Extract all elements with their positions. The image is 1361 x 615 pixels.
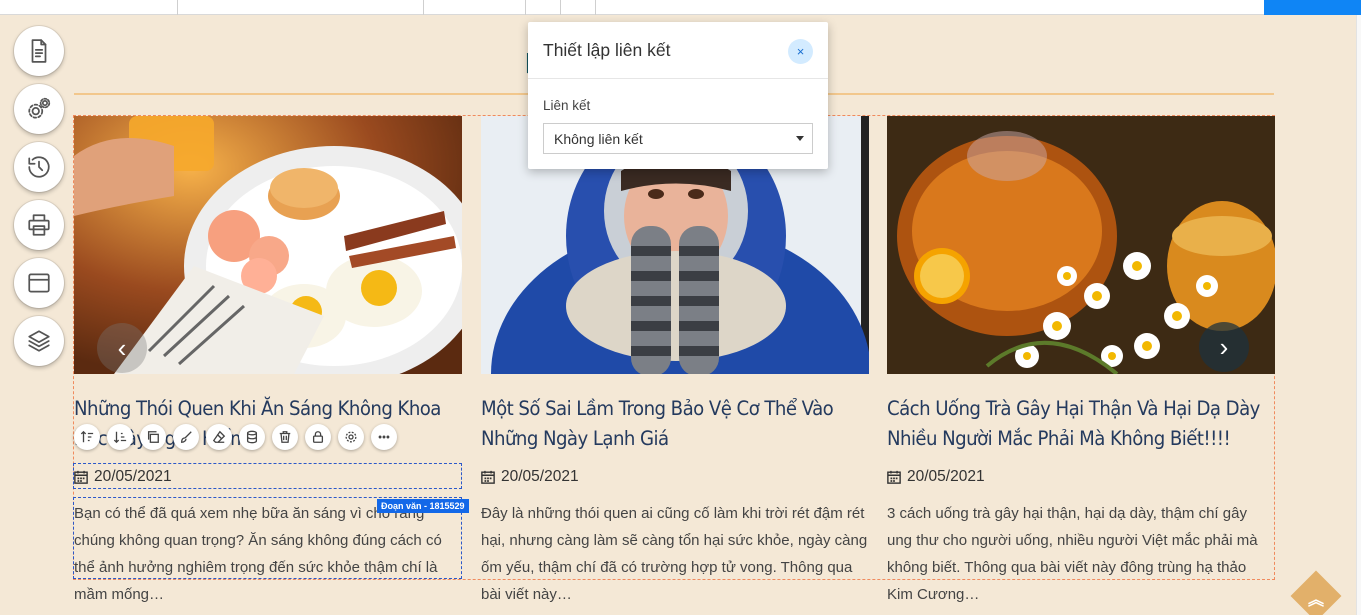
post-title[interactable]: Một Số Sai Lầm Trong Bảo Vệ Cơ Thể Vào N…: [481, 394, 872, 454]
popup-title: Thiết lập liên kết: [528, 22, 828, 79]
layers-icon: [28, 330, 50, 352]
link-field-label: Liên kết: [543, 98, 591, 113]
copy-icon: [147, 431, 159, 443]
trash-icon: [279, 431, 291, 443]
post-date-text: 20/05/2021: [907, 468, 985, 485]
sort-up-icon: [80, 430, 94, 443]
settings-tool-button[interactable]: [14, 84, 64, 134]
eraser-icon: [212, 430, 226, 443]
data-button[interactable]: [239, 424, 265, 450]
database-icon: [246, 430, 258, 444]
brush-icon: [180, 431, 192, 443]
toolbar-divider: [423, 0, 424, 15]
gears-icon: [28, 97, 51, 119]
element-settings-button[interactable]: [338, 424, 364, 450]
toolbar-divider: [177, 0, 178, 15]
post-date: 20/05/2021: [887, 464, 1275, 490]
history-tool-button[interactable]: [14, 142, 64, 192]
duplicate-button[interactable]: [140, 424, 166, 450]
calendar-icon: [481, 470, 495, 484]
post-date: 20/05/2021: [481, 464, 869, 490]
more-icon: [378, 435, 390, 439]
scrollbar[interactable]: [1356, 15, 1361, 615]
toolbar-divider: [595, 0, 596, 15]
move-down-button[interactable]: [107, 424, 133, 450]
page-tool-button[interactable]: [14, 26, 64, 76]
element-edit-toolbar: [74, 424, 397, 450]
clear-format-button[interactable]: [206, 424, 232, 450]
double-chevron-up-icon: ︽: [1307, 592, 1324, 609]
post-date-text: 20/05/2021: [501, 468, 579, 485]
sort-down-icon: [113, 431, 127, 444]
chevron-right-icon: ›: [1219, 331, 1229, 362]
calendar-icon: [887, 470, 901, 484]
close-button[interactable]: ×: [788, 39, 813, 64]
layout-tool-button[interactable]: [14, 258, 64, 308]
toolbar-divider: [525, 0, 526, 15]
printer-icon: [28, 214, 50, 236]
move-up-button[interactable]: [74, 424, 100, 450]
lock-button[interactable]: [305, 424, 331, 450]
delete-button[interactable]: [272, 424, 298, 450]
toolbar-divider: [560, 0, 561, 15]
link-select-value: Không liên kết: [554, 130, 643, 147]
slider-next-button[interactable]: ›: [1199, 322, 1249, 372]
print-tool-button[interactable]: [14, 200, 64, 250]
layers-tool-button[interactable]: [14, 316, 64, 366]
slider-prev-button[interactable]: ‹: [97, 323, 147, 373]
post-excerpt[interactable]: 3 cách uống trà gây hại thận, hại dạ dày…: [887, 500, 1275, 608]
close-icon: ×: [796, 44, 805, 59]
editor-side-tools: [14, 26, 64, 374]
document-icon: [31, 39, 47, 63]
style-button[interactable]: [173, 424, 199, 450]
post-excerpt[interactable]: Đây là những thói quen ai cũng cố làm kh…: [481, 500, 869, 608]
date-selection-box: [73, 463, 462, 489]
link-settings-popup: Thiết lập liên kết × Liên kết Không liên…: [528, 22, 828, 169]
publish-button[interactable]: [1264, 0, 1361, 15]
window-icon: [28, 273, 50, 293]
link-select[interactable]: Không liên kết: [543, 123, 813, 154]
chevron-left-icon: ‹: [117, 332, 127, 363]
post-title[interactable]: Cách Uống Trà Gây Hại Thận Và Hại Dạ Dày…: [887, 394, 1278, 454]
history-icon: [28, 156, 50, 178]
selection-tag: Đoạn văn - 1815529: [377, 499, 469, 513]
chevron-down-icon: [796, 136, 804, 141]
post-card[interactable]: Một Số Sai Lầm Trong Bảo Vệ Cơ Thể Vào N…: [481, 116, 869, 608]
lock-icon: [312, 431, 324, 443]
top-toolbar: [0, 0, 1361, 15]
gear-icon: [345, 431, 357, 443]
more-options-button[interactable]: [371, 424, 397, 450]
